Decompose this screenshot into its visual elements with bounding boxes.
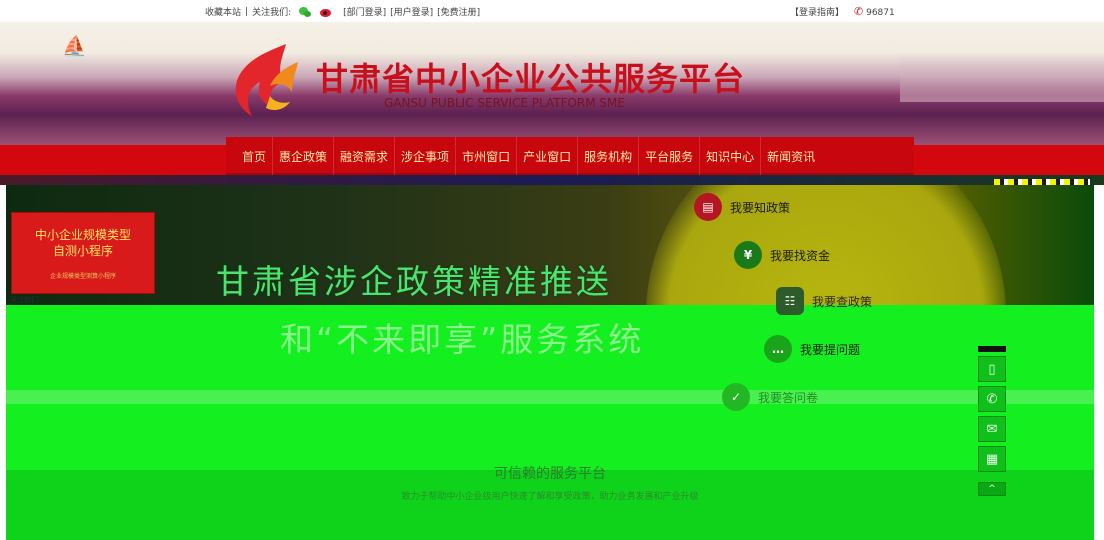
coin-icon: ¥ (734, 241, 762, 269)
dept-login-link[interactable]: [部门登录] (343, 5, 386, 18)
nav-item-policy[interactable]: 惠企政策 (272, 137, 333, 175)
service-label: 我要找资金 (770, 248, 831, 263)
login-guide-link[interactable]: 【登录指南】 (790, 5, 844, 18)
service-label: 我要提问题 (800, 342, 861, 357)
promo-card[interactable]: 中小企业规模类型 自测小程序 企业规模类型测算小程序 (12, 213, 154, 293)
banner-tagline-sub: 致力于帮助中小企业级用户快速了解和享受政策，助力业务发展和产业升级 (401, 492, 699, 502)
promo-line-3: 企业规模类型测算小程序 (49, 273, 116, 280)
mountain-decoration (900, 52, 1104, 102)
site-subtitle: GANSU PUBLIC SERVICE PLATFORM SME (384, 96, 625, 110)
service-know-policy[interactable]: ▤ 我要知政策 (694, 193, 790, 221)
banner-tagline: 可信赖的服务平台 (494, 466, 606, 482)
top-bar-right: 【登录指南】 ✆ 96871 (790, 5, 895, 18)
survey-icon: ✓ (722, 383, 750, 411)
promo-line-2: 自测小程序 (52, 244, 113, 258)
service-label: 我要知政策 (730, 200, 791, 215)
service-label: 我要查政策 (812, 294, 873, 309)
banner-light-row (6, 390, 1094, 404)
hero-banner: 中小企业规模类型 自测小程序 企业规模类型测算小程序 关注我们 甘肃省涉企政策精… (6, 185, 1094, 540)
mobile-icon[interactable]: ▯ (978, 356, 1006, 382)
message-icon[interactable]: ✉ (978, 416, 1006, 442)
service-find-funds[interactable]: ¥ 我要找资金 (734, 241, 830, 269)
book-icon: ▤ (694, 193, 722, 221)
nav-item-home[interactable]: 首页 (236, 137, 272, 175)
logo-flame-icon[interactable] (226, 42, 304, 122)
promo-line-1: 中小企业规模类型 (34, 228, 131, 242)
floating-toolbar: ▯ ✆ ✉ ▦ ^ (978, 346, 1006, 496)
follow-us-label: 关注我们: (252, 8, 292, 18)
chat-icon: … (764, 335, 792, 363)
nav-item-financing[interactable]: 融资需求 (333, 137, 394, 175)
nav-item-news[interactable]: 新闻资讯 (760, 137, 821, 175)
top-bar-left: 收藏本站 | 关注我们: [部门登录] [用户登录] [免费注册] (205, 5, 480, 18)
nav-item-platform-service[interactable]: 平台服务 (638, 137, 699, 175)
top-bar: 收藏本站 | 关注我们: [部门登录] [用户登录] [免费注册] 【登录指南】… (0, 0, 1104, 22)
separator: | (245, 6, 249, 17)
nav-item-city-window[interactable]: 市州窗口 (455, 137, 516, 175)
qrcode-icon[interactable]: ▦ (978, 446, 1006, 472)
service-label: 我要答问卷 (758, 390, 819, 405)
search-doc-icon: ☷ (776, 287, 804, 315)
site-header: ⛵ 甘肃省中小企业公共服务平台 GANSU PUBLIC SERVICE PLA… (0, 22, 1104, 145)
nav-item-industry-window[interactable]: 产业窗口 (516, 137, 577, 175)
nav-item-knowledge[interactable]: 知识中心 (699, 137, 760, 175)
service-check-policy[interactable]: ☷ 我要查政策 (776, 287, 872, 315)
hotline-number: 96871 (866, 8, 895, 18)
site-title[interactable]: 甘肃省中小企业公共服务平台 (316, 54, 745, 100)
promo-caption: 关注我们 (10, 296, 38, 304)
phone-icon: ✆ (854, 5, 864, 18)
main-nav: 首页 惠企政策 融资需求 涉企事项 市州窗口 产业窗口 服务机构 平台服务 知识… (226, 137, 914, 175)
banner-headline-1: 甘肃省涉企政策精准推送 (216, 262, 612, 301)
sailboat-decoration-icon: ⛵ (62, 34, 87, 58)
service-ask-question[interactable]: … 我要提问题 (764, 335, 860, 363)
hotline: ✆ 96871 (854, 5, 895, 18)
toolbar-cap (978, 346, 1006, 352)
bookmark-link[interactable]: 收藏本站 (205, 5, 241, 18)
wechat-icon[interactable] (299, 6, 312, 17)
nav-item-service-org[interactable]: 服务机构 (577, 137, 638, 175)
banner-headline-2: 和“不来即享”服务系统 (280, 320, 645, 359)
nav-item-affairs[interactable]: 涉企事项 (394, 137, 455, 175)
weibo-icon[interactable] (320, 7, 333, 17)
phone-icon[interactable]: ✆ (978, 386, 1006, 412)
user-login-link[interactable]: [用户登录] (390, 5, 433, 18)
register-link[interactable]: [免费注册] (437, 5, 480, 18)
nav-subband (0, 175, 1104, 185)
service-answer-survey[interactable]: ✓ 我要答问卷 (722, 383, 818, 411)
back-to-top-button[interactable]: ^ (978, 482, 1006, 496)
